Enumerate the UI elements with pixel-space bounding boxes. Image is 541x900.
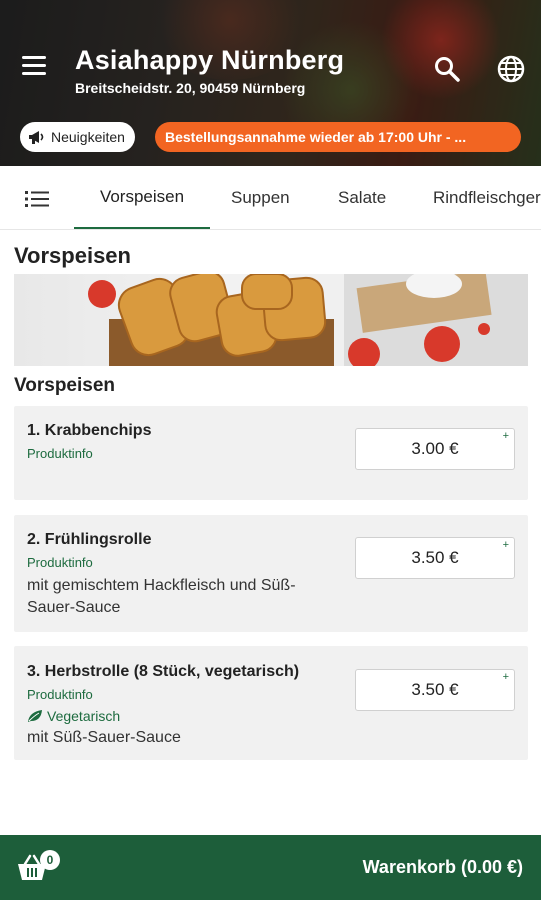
item-description: mit gemischtem Hackfleisch und Süß-Sauer…: [27, 577, 296, 616]
cart-button-label[interactable]: Warenkorb (0.00 €): [363, 857, 523, 878]
cart-bar[interactable]: 0 Warenkorb (0.00 €): [0, 835, 541, 900]
category-heading: Vorspeisen: [14, 243, 131, 268]
item-price: 3.00 €: [411, 439, 459, 458]
hamburger-menu-icon[interactable]: [22, 56, 52, 82]
item-name: 2. Frühlingsrolle: [27, 531, 152, 548]
item-name: 3. Herbstrolle (8 Stück, vegetarisch): [27, 663, 300, 680]
add-to-cart-price-button[interactable]: 3.50 € +: [355, 537, 515, 579]
tab-rindfleischgerichte[interactable]: Rindfleischgerichte: [433, 166, 541, 229]
news-button[interactable]: Neuigkeiten: [20, 122, 135, 152]
restaurant-address: Breitscheidstr. 20, 90459 Nürnberg: [75, 80, 306, 96]
vegetarian-label: Vegetarisch: [47, 708, 121, 724]
menu-item-card[interactable]: 2. Frühlingsrolle Produktinfo mit gemisc…: [14, 515, 528, 632]
add-to-cart-price-button[interactable]: 3.00 € +: [355, 428, 515, 470]
menu-item-card[interactable]: 3. Herbstrolle (8 Stück, vegetarisch) Pr…: [14, 646, 528, 760]
plus-icon: +: [502, 539, 509, 551]
vegetarian-badge: Vegetarisch: [27, 708, 120, 724]
notice-banner[interactable]: Bestellungsannahme wieder ab 17:00 Uhr -…: [155, 122, 521, 152]
restaurant-header: Asiahappy Nürnberg Breitscheidstr. 20, 9…: [0, 0, 541, 166]
product-info-link[interactable]: Produktinfo: [27, 446, 93, 461]
language-globe-icon[interactable]: [495, 53, 527, 85]
item-description: mit Süß-Sauer-Sauce: [27, 729, 181, 746]
tab-suppen[interactable]: Suppen: [231, 166, 290, 229]
item-name: 1. Krabbenchips: [27, 422, 152, 439]
menu-item-card[interactable]: 1. Krabbenchips Produktinfo 3.00 € +: [14, 406, 528, 500]
megaphone-icon: [29, 131, 44, 144]
product-info-link[interactable]: Produktinfo: [27, 555, 93, 570]
category-banner-image: [14, 274, 528, 366]
plus-icon: +: [502, 430, 509, 442]
search-icon[interactable]: [432, 54, 462, 84]
category-tabs: Vorspeisen Suppen Salate Rindfleischgeri…: [0, 166, 541, 230]
cart-count-badge: 0: [40, 850, 60, 870]
notice-text: Bestellungsannahme wieder ab 17:00 Uhr -…: [165, 129, 467, 145]
category-subheading: Vorspeisen: [14, 375, 116, 396]
category-list-icon[interactable]: [25, 190, 49, 208]
add-to-cart-price-button[interactable]: 3.50 € +: [355, 669, 515, 711]
tab-salate[interactable]: Salate: [338, 166, 386, 229]
product-info-link[interactable]: Produktinfo: [27, 687, 93, 702]
item-price: 3.50 €: [411, 680, 459, 699]
item-price: 3.50 €: [411, 548, 459, 567]
news-label: Neuigkeiten: [51, 129, 125, 145]
tab-vorspeisen[interactable]: Vorspeisen: [74, 166, 210, 229]
restaurant-title: Asiahappy Nürnberg: [75, 45, 345, 75]
leaf-icon: [28, 710, 42, 722]
plus-icon: +: [502, 671, 509, 683]
